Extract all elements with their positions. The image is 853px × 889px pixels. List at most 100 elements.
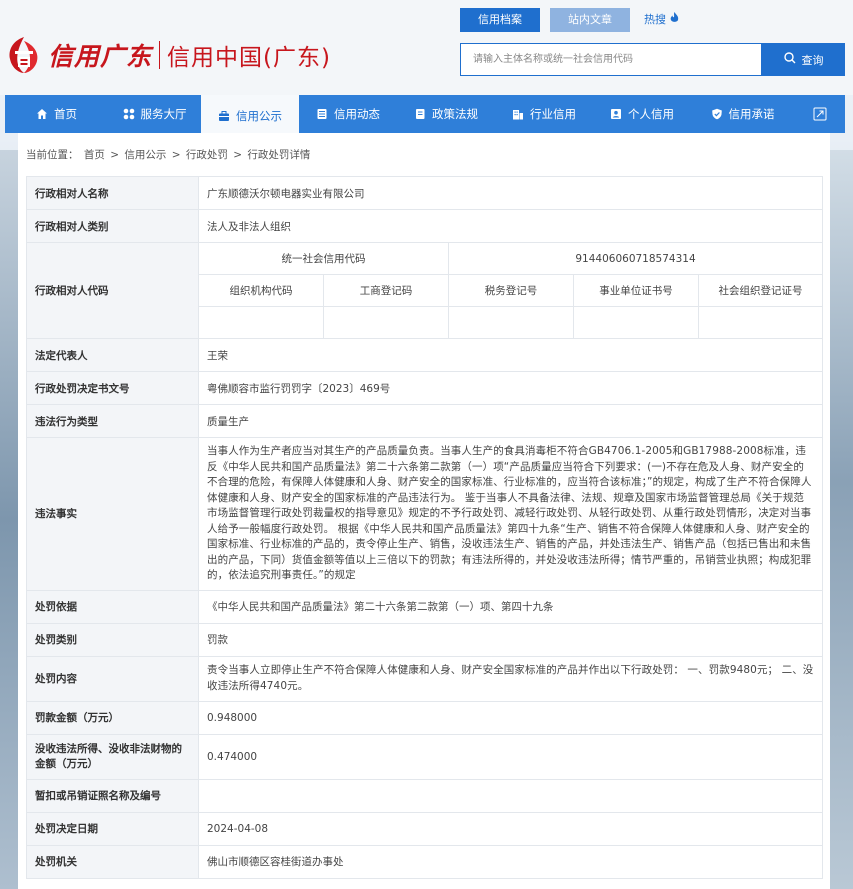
row-label: 行政相对人类别 bbox=[26, 209, 199, 243]
table-row: 罚款金额（万元） 0.948000 bbox=[26, 700, 823, 735]
search-bar: 请输入主体名称或统一社会信用代码 查询 bbox=[460, 43, 845, 76]
logo-text-credit-guangdong: 信用广东 bbox=[48, 42, 153, 71]
logo-divider bbox=[159, 41, 161, 69]
row-label: 暂扣或吊销证照名称及编号 bbox=[26, 778, 199, 813]
penalty-basis-value: 《中华人民共和国产品质量法》第二十六条第二款第（一）项、第四十九条 bbox=[198, 589, 823, 624]
nav-item-service-hall[interactable]: 服务大厅 bbox=[108, 95, 201, 133]
decision-date-value: 2024-04-08 bbox=[198, 811, 823, 846]
row-label: 处罚依据 bbox=[26, 589, 199, 624]
org-code-value bbox=[198, 306, 324, 339]
table-row: 处罚机关 佛山市顺德区容桂街道办事处 bbox=[26, 844, 823, 879]
biz-reg-value bbox=[323, 306, 449, 339]
grid-icon bbox=[123, 108, 135, 120]
legal-rep-value: 王荣 bbox=[198, 338, 823, 372]
home-icon bbox=[36, 108, 48, 120]
inst-cert-label: 事业单位证书号 bbox=[573, 274, 699, 307]
table-row: 处罚内容 责令当事人立即停止生产不符合保障人体健康和人身、财产安全国家标准的产品… bbox=[26, 655, 823, 702]
table-row: 行政处罚决定书文号 粤佛顺容市监行罚罚字〔2023〕469号 bbox=[26, 371, 823, 405]
briefcase-icon bbox=[218, 110, 230, 122]
nav-label: 信用动态 bbox=[334, 107, 380, 121]
row-label: 处罚类别 bbox=[26, 622, 199, 657]
breadcrumb-separator: > bbox=[233, 149, 242, 161]
breadcrumb-item-current: 行政处罚详情 bbox=[247, 149, 311, 161]
search-input[interactable]: 请输入主体名称或统一社会信用代码 bbox=[460, 43, 762, 76]
breadcrumb-separator: > bbox=[171, 149, 181, 161]
table-row: 违法事实 当事人作为生产者应当对其生产的产品质量负责。当事人生产的食具消毒柜不符… bbox=[26, 437, 823, 591]
nav-expand-button[interactable] bbox=[794, 95, 845, 133]
decision-doc-no-value: 粤佛顺容市监行罚罚字〔2023〕469号 bbox=[198, 371, 823, 405]
uscc-label: 统一社会信用代码 bbox=[198, 242, 449, 275]
violation-facts-value: 当事人作为生产者应当对其生产的产品质量负责。当事人生产的食具消毒柜不符合GB47… bbox=[198, 437, 823, 591]
inst-cert-value bbox=[573, 306, 699, 339]
site-logo[interactable]: 信用广东 信用中国(广东) bbox=[6, 30, 331, 80]
row-label: 没收违法所得、没收非法财物的金额（万元） bbox=[26, 733, 199, 780]
top-tabs: 信用档案 站内文章 热搜 bbox=[460, 8, 683, 32]
table-row: 处罚依据 《中华人民共和国产品质量法》第二十六条第二款第（一）项、第四十九条 bbox=[26, 589, 823, 624]
site-header: 信用广东 信用中国(广东) 信用档案 站内文章 热搜 请输入主体名称或统一社会信… bbox=[0, 0, 853, 95]
nav-label: 政策法规 bbox=[432, 107, 478, 121]
table-row: 行政相对人类别 法人及非法人组织 bbox=[26, 209, 823, 243]
org-code-label: 组织机构代码 bbox=[198, 274, 324, 307]
row-label: 违法行为类型 bbox=[26, 404, 199, 438]
table-row: 违法行为类型 质量生产 bbox=[26, 404, 823, 438]
tab-site-articles[interactable]: 站内文章 bbox=[550, 8, 630, 32]
biz-reg-label: 工商登记码 bbox=[323, 274, 449, 307]
building-icon bbox=[512, 108, 524, 120]
table-row: 处罚类别 罚款 bbox=[26, 622, 823, 657]
content-panel: 当前位置： 首页 > 信用公示 > 行政处罚 > 行政处罚详情 行政相对人名称 … bbox=[18, 133, 830, 889]
book-icon bbox=[414, 108, 426, 120]
nav-label: 个人信用 bbox=[628, 107, 674, 121]
tab-hot-search[interactable]: 热搜 bbox=[640, 8, 683, 32]
breadcrumb-item-credit-publicity[interactable]: 信用公示 bbox=[124, 149, 166, 161]
main-nav: 首页 服务大厅 信用公示 信用动态 政策法规 行业信用 个人信用 信用承诺 bbox=[5, 95, 845, 135]
nav-label: 服务大厅 bbox=[140, 107, 187, 121]
row-label: 处罚内容 bbox=[26, 655, 199, 702]
penalty-content-value: 责令当事人立即停止生产不符合保障人体健康和人身、财产安全国家标准的产品并作出以下… bbox=[198, 655, 823, 702]
nav-item-credit-publicity[interactable]: 信用公示 bbox=[201, 95, 299, 135]
id-card-icon bbox=[610, 108, 622, 120]
penalty-authority-value: 佛山市顺德区容桂街道办事处 bbox=[198, 844, 823, 879]
nav-label: 信用公示 bbox=[236, 109, 282, 123]
nav-label: 行业信用 bbox=[530, 107, 576, 121]
breadcrumb-separator: > bbox=[110, 149, 119, 161]
breadcrumb-prefix: 当前位置： bbox=[26, 149, 79, 161]
nav-label: 首页 bbox=[54, 107, 77, 121]
breadcrumb-item-admin-penalty[interactable]: 行政处罚 bbox=[186, 149, 228, 161]
row-label: 行政相对人代码 bbox=[26, 242, 199, 339]
nav-item-policies[interactable]: 政策法规 bbox=[397, 95, 495, 133]
tax-reg-label: 税务登记号 bbox=[448, 274, 574, 307]
search-button[interactable]: 查询 bbox=[762, 43, 845, 76]
subject-type-value: 法人及非法人组织 bbox=[198, 209, 823, 243]
subject-name-value: 广东顺德沃尔顿电器实业有限公司 bbox=[198, 176, 823, 210]
confiscated-amount-value: 0.474000 bbox=[198, 733, 823, 780]
shield-icon bbox=[711, 108, 723, 120]
nav-item-credit-commitment[interactable]: 信用承诺 bbox=[691, 95, 794, 133]
tab-credit-archive[interactable]: 信用档案 bbox=[460, 8, 540, 32]
table-row: 暂扣或吊销证照名称及编号 bbox=[26, 778, 823, 813]
nav-label: 信用承诺 bbox=[728, 107, 775, 121]
fine-amount-value: 0.948000 bbox=[198, 700, 823, 735]
row-label: 行政相对人名称 bbox=[26, 176, 199, 210]
table-row: 没收违法所得、没收非法财物的金额（万元） 0.474000 bbox=[26, 733, 823, 780]
social-org-label: 社会组织登记证号 bbox=[698, 274, 823, 307]
hot-search-label: 热搜 bbox=[644, 13, 666, 26]
expand-icon bbox=[813, 107, 827, 121]
logo-mark-icon bbox=[6, 35, 42, 75]
tax-reg-value bbox=[448, 306, 574, 339]
nav-item-credit-news[interactable]: 信用动态 bbox=[299, 95, 397, 133]
table-row: 行政相对人代码 统一社会信用代码 914406060718574314 bbox=[26, 242, 823, 339]
search-icon bbox=[783, 52, 796, 67]
social-org-value bbox=[698, 306, 823, 339]
nav-item-industry-credit[interactable]: 行业信用 bbox=[495, 95, 593, 133]
row-label: 处罚机关 bbox=[26, 844, 199, 879]
background-left-strip bbox=[0, 150, 18, 889]
breadcrumb: 当前位置： 首页 > 信用公示 > 行政处罚 > 行政处罚详情 bbox=[26, 147, 312, 162]
row-label: 行政处罚决定书文号 bbox=[26, 371, 199, 405]
breadcrumb-item-home[interactable]: 首页 bbox=[84, 149, 105, 161]
table-row: 行政相对人名称 广东顺德沃尔顿电器实业有限公司 bbox=[26, 176, 823, 210]
list-icon bbox=[316, 108, 328, 120]
penalty-category-value: 罚款 bbox=[198, 622, 823, 657]
row-label: 违法事实 bbox=[26, 437, 199, 591]
nav-item-home[interactable]: 首页 bbox=[5, 95, 108, 133]
nav-item-personal-credit[interactable]: 个人信用 bbox=[593, 95, 691, 133]
